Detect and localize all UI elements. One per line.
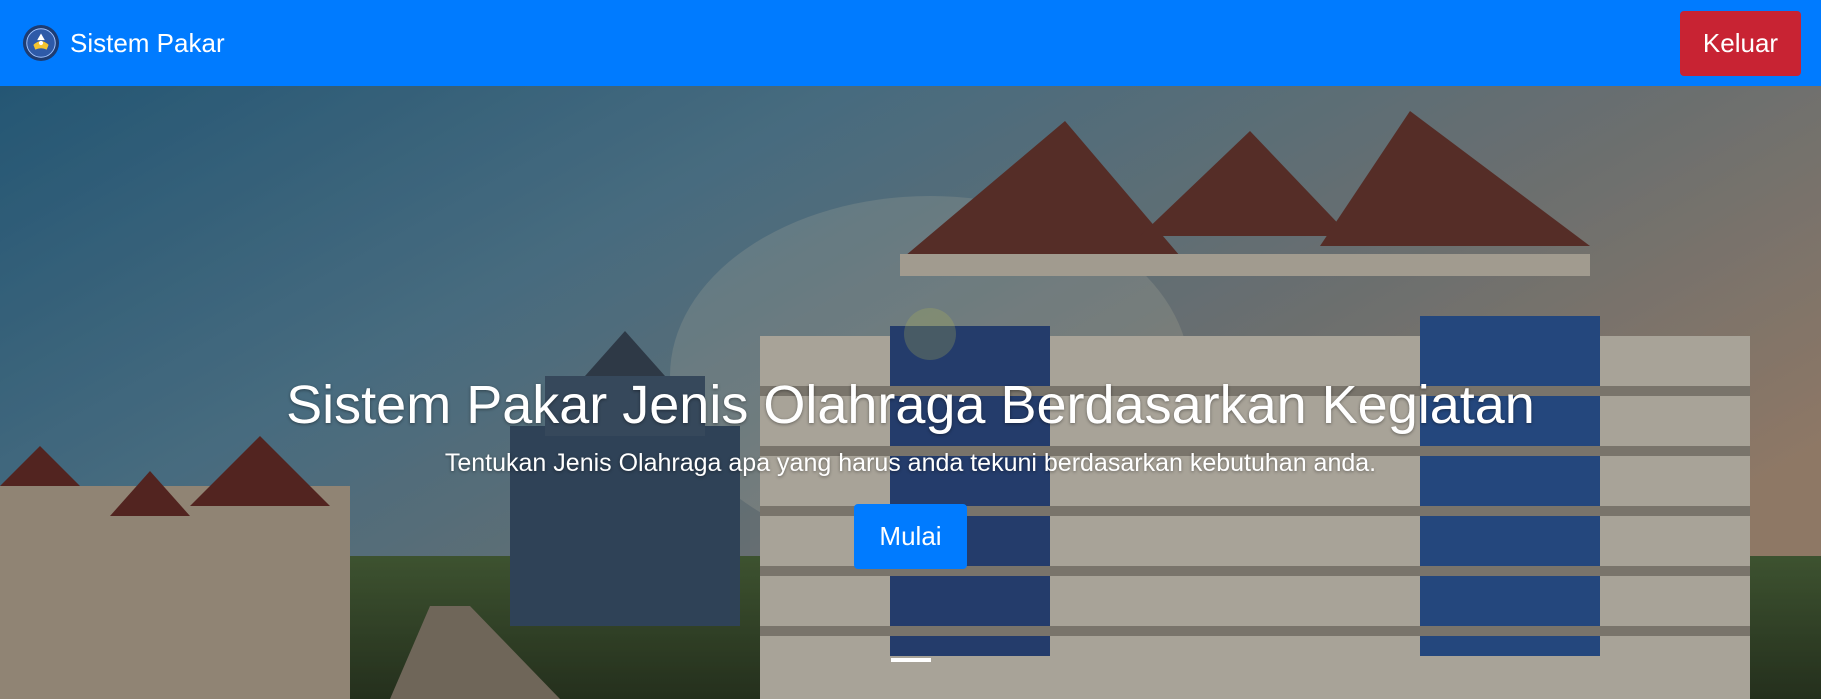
university-logo-icon: [22, 24, 60, 62]
top-navbar: Sistem Pakar Keluar: [0, 0, 1821, 86]
hero-carousel: Sistem Pakar Jenis Olahraga Berdasarkan …: [0, 86, 1821, 699]
hero-subtitle: Tentukan Jenis Olahraga apa yang harus a…: [444, 449, 1377, 478]
navbar-brand[interactable]: Sistem Pakar: [22, 24, 225, 62]
hero-title: Sistem Pakar Jenis Olahraga Berdasarkan …: [286, 375, 1535, 435]
carousel-indicators: [0, 658, 1821, 662]
carousel-indicator-active[interactable]: [890, 658, 931, 662]
carousel-caption: Sistem Pakar Jenis Olahraga Berdasarkan …: [0, 375, 1821, 570]
brand-label: Sistem Pakar: [70, 27, 225, 58]
logout-button[interactable]: Keluar: [1680, 10, 1801, 76]
start-button[interactable]: Mulai: [854, 504, 967, 570]
